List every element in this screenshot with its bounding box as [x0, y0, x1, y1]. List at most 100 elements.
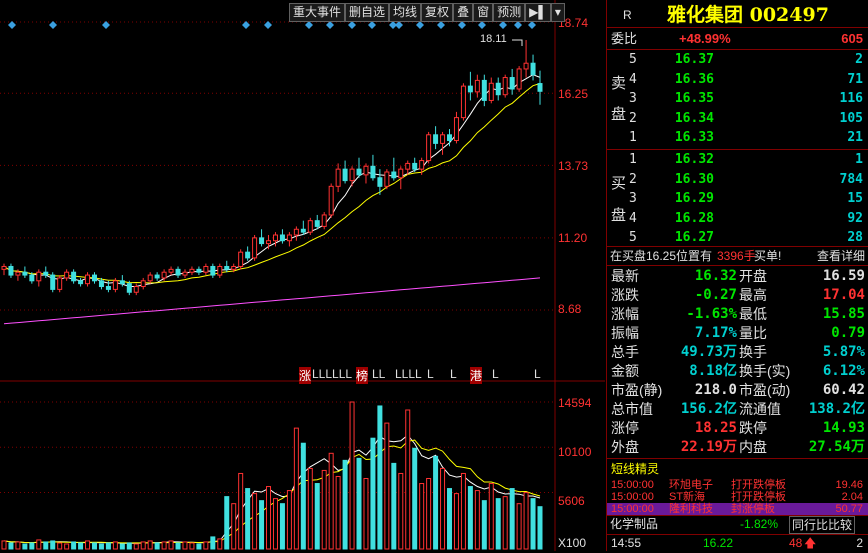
event-diamond-icon [416, 21, 424, 29]
level-price: 16.27 [674, 230, 714, 245]
candle-body [384, 171, 390, 187]
signal-mark[interactable]: L [492, 367, 499, 381]
chevron-down-icon[interactable]: ▾ [550, 3, 565, 22]
volume-bar [391, 462, 397, 550]
next-page-icon[interactable]: ▶▌ [525, 3, 551, 22]
tick-row: 14:55 16.22 48 🡅 2 [607, 534, 868, 553]
forecast-button[interactable]: 预测 [493, 3, 526, 22]
stat-row: 市盈(静) 218.0 市盈(动) 60.42 [607, 381, 868, 400]
remove-watchlist-button[interactable]: 删自选 [345, 3, 390, 22]
buy-level-row[interactable]: 1 16.32 1 [607, 150, 868, 169]
buy-level-row[interactable]: 3 16.29 15 [607, 189, 868, 208]
stat-value: 6.12% [822, 363, 865, 379]
volume-series [1, 401, 543, 550]
volume-bar [78, 542, 84, 550]
event-time: 15:00:00 [611, 491, 654, 503]
stat-label: 最新 [611, 268, 639, 284]
kline-chart[interactable] [0, 0, 605, 551]
sell-level-row[interactable]: 1 16.33 21 [607, 128, 868, 147]
signal-mark[interactable]: LLLLLL [312, 367, 352, 381]
chart-toolbar: 重大事件 删自选 均线 复权 叠 窗 预测 ▶▌ ▾ [289, 3, 565, 22]
volume-bar [272, 498, 278, 550]
stat-value: 17.04 [822, 287, 865, 303]
sell-level-row[interactable]: 2 16.34 105 [607, 109, 868, 128]
sell-level-row[interactable]: 4 16.36 71 [607, 70, 868, 89]
event-diamond-icon [8, 21, 16, 29]
weibi-diff: 605 [841, 31, 863, 46]
volume-bar [224, 496, 230, 550]
buy-level-row[interactable]: 4 16.28 92 [607, 209, 868, 228]
level-index: 5 [629, 52, 637, 67]
moving-average-button[interactable]: 均线 [389, 3, 422, 22]
signal-mark[interactable]: LL [372, 367, 385, 381]
volume-bar [266, 486, 272, 550]
signal-mark[interactable]: LLLL [395, 367, 422, 381]
candlestick-series [1, 40, 543, 296]
stat-row: 外盘 22.19万 内盘 27.54万 [607, 438, 868, 457]
sell-level-row[interactable]: 5 16.37 2 [607, 50, 868, 69]
volume-bar [440, 467, 446, 550]
signal-mark[interactable]: L [534, 367, 541, 381]
sector-name[interactable]: 化学制品 [610, 515, 658, 534]
high-price-label: 18.11 [480, 33, 507, 45]
short-line-item[interactable]: 15:00:00 ST新海 打开跌停板 2.04 [607, 491, 868, 503]
overlay-button[interactable]: 叠 [453, 3, 474, 22]
stat-label: 内盘 [739, 439, 767, 455]
volume-bar [488, 483, 494, 550]
volume-bar [1, 540, 7, 550]
sector-change: -1.82% [740, 517, 779, 531]
stat-row: 金额 8.18亿 换手(实) 6.12% [607, 362, 868, 381]
candle-body [133, 286, 139, 293]
stat-value: 15.85 [822, 306, 865, 322]
candle-body [530, 62, 536, 76]
volume-bar [342, 459, 348, 550]
buy-side-label: 盘 [611, 207, 627, 224]
volume-bar [203, 541, 209, 550]
level-price: 16.29 [674, 191, 714, 206]
candle-body [22, 271, 28, 276]
level-price: 16.34 [674, 110, 714, 126]
volume-bar [398, 472, 404, 550]
stat-value: 16.59 [822, 268, 865, 284]
volume-bar [453, 493, 459, 550]
candle-body [537, 83, 543, 92]
signal-mark[interactable]: 涨 [299, 367, 312, 384]
buy-level-row[interactable]: 5 16.27 28 [607, 228, 868, 247]
volume-bar [71, 541, 77, 550]
volume-tick: 5606 [558, 494, 585, 508]
volume-bar [175, 542, 181, 550]
level-volume: 116 [839, 91, 863, 106]
volume-bar [147, 540, 153, 550]
stat-value: 27.54万 [808, 439, 865, 455]
short-line-item[interactable]: 15:00:00 环旭电子 打开跌停板 19.46 [607, 479, 868, 491]
volume-bar [168, 540, 174, 550]
weibi-label: 委比 [611, 31, 638, 46]
short-line-item[interactable]: 15:00:00 隆利科技 封涨停板 50.77 [607, 503, 868, 515]
candle-body [266, 240, 272, 245]
buy-level-row[interactable]: 2 16.30 784 [607, 170, 868, 189]
price-tick: 13.73 [558, 159, 589, 173]
volume-bar [433, 455, 439, 550]
window-button[interactable]: 窗 [473, 3, 494, 22]
volume-bar [231, 503, 237, 550]
signal-mark[interactable]: 港 [470, 367, 483, 384]
signal-mark[interactable]: L [427, 367, 434, 381]
buy-notice-text: 在买盘16.25位置有 [610, 249, 713, 263]
candle-body [15, 271, 21, 276]
volume-bar [50, 540, 56, 550]
stat-row: 涨跌 -0.27 最高 17.04 [607, 286, 868, 305]
peer-compare-button[interactable]: 同行比比较 [789, 516, 856, 534]
candle-body [447, 134, 453, 142]
volume-bar [419, 483, 425, 550]
sell-level-row[interactable]: 3 16.35 116 [607, 89, 868, 108]
signal-mark[interactable]: 榜 [356, 367, 369, 384]
stat-value: 22.19万 [680, 439, 737, 455]
view-detail-link[interactable]: 查看详细 [817, 247, 865, 266]
major-events-button[interactable]: 重大事件 [289, 3, 346, 22]
level-price: 16.33 [674, 130, 714, 145]
signal-mark[interactable]: L [450, 367, 457, 381]
adjust-price-button[interactable]: 复权 [421, 3, 454, 22]
short-line-header[interactable]: 短线精灵 [607, 460, 868, 479]
volume-bar [154, 542, 160, 550]
candle-body [57, 277, 63, 290]
